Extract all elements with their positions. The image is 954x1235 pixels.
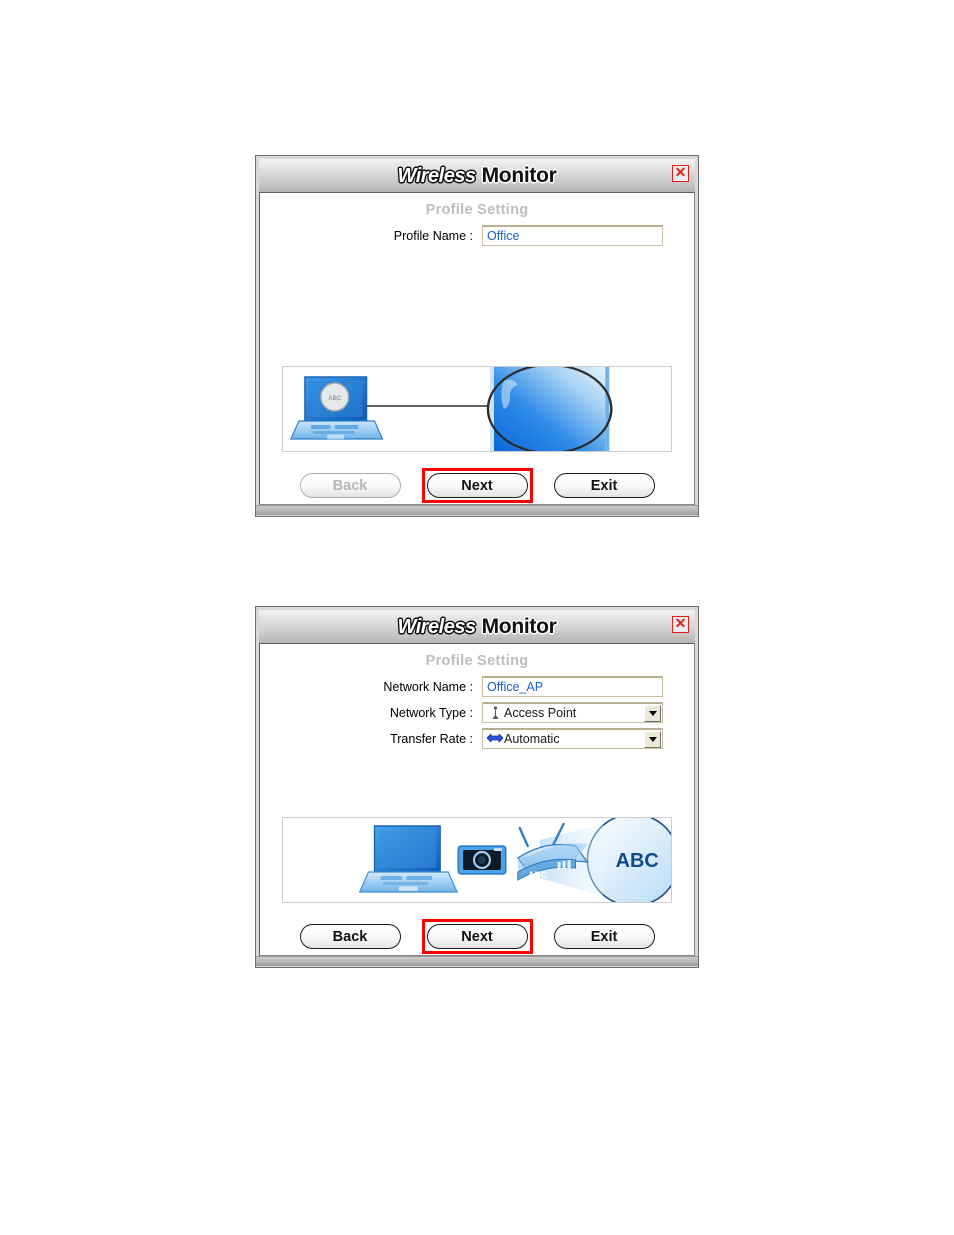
back-button-wrap: Back <box>299 473 401 498</box>
form-row-transfer-rate: Transfer Rate : Automatic <box>260 728 694 749</box>
laptop-icon <box>358 825 459 893</box>
transfer-rate-select[interactable]: Automatic <box>482 728 663 749</box>
wireless-monitor-dialog-profile-name: Wireless Monitor ✕ Profile Setting Profi… <box>255 155 699 517</box>
next-button[interactable]: Next <box>426 473 528 498</box>
transfer-rate-value: Automatic <box>504 732 560 746</box>
exit-button[interactable]: Exit <box>553 924 655 949</box>
back-button-wrap: Back <box>299 924 401 949</box>
camera-icon <box>457 845 507 875</box>
profile-name-input[interactable]: Office <box>482 225 663 246</box>
title-bar: Wireless Monitor ✕ <box>259 610 695 643</box>
profile-name-label: Profile Name : <box>393 228 473 243</box>
next-button[interactable]: Next <box>426 924 528 949</box>
back-button[interactable]: Back <box>299 924 401 949</box>
illustration-svg: ABC ABC <box>358 818 671 902</box>
chevron-down-icon[interactable] <box>644 731 661 748</box>
profile-form: Profile Name : Office <box>260 225 694 246</box>
button-bar: Back Next Exit <box>260 468 694 503</box>
dialog-body: Profile Setting Network Name : Office_AP… <box>259 643 695 956</box>
app-logo-monitor: Monitor <box>481 615 557 638</box>
next-button-wrap: Next <box>421 919 533 954</box>
exit-button[interactable]: Exit <box>553 473 655 498</box>
window-footer <box>256 505 698 515</box>
profile-name-value: Office <box>487 229 520 243</box>
window-footer <box>256 956 698 966</box>
antenna-tower-icon <box>486 706 504 720</box>
network-form: Network Name : Office_AP Network Type : <box>260 676 694 749</box>
network-illustration: ABC ABC <box>282 817 672 903</box>
double-arrow-icon <box>486 733 504 745</box>
network-type-label: Network Type : <box>389 705 473 720</box>
chevron-down-icon[interactable] <box>644 705 661 722</box>
illustration-svg: ABC <box>290 367 613 451</box>
network-name-label: Network Name : <box>383 679 473 694</box>
laptop-icon: ABC <box>290 376 384 440</box>
transfer-rate-label: Transfer Rate : <box>390 731 473 746</box>
network-type-value: Access Point <box>504 706 577 720</box>
app-logo: Wireless Monitor <box>398 165 557 186</box>
dialog-body: Profile Setting Profile Name : Office AB… <box>259 192 695 505</box>
title-bar: Wireless Monitor ✕ <box>259 159 695 192</box>
app-logo-monitor: Monitor <box>481 164 557 187</box>
laptop-badge-text: ABC <box>328 396 342 402</box>
page-title: Profile Setting <box>425 202 529 218</box>
network-illustration: ABC <box>282 366 672 452</box>
network-type-select[interactable]: Access Point <box>482 702 663 723</box>
network-name-input[interactable]: Office_AP <box>482 676 663 697</box>
ssid-label-text: ABC <box>616 850 659 872</box>
exit-button-wrap: Exit <box>553 924 655 949</box>
wireless-monitor-dialog-network-settings: Wireless Monitor ✕ Profile Setting Netwo… <box>255 606 699 968</box>
form-row-network-name: Network Name : Office_AP <box>260 676 694 697</box>
router-label-text: ABC <box>528 870 548 880</box>
app-logo-wireless: Wireless <box>397 165 477 187</box>
app-logo: Wireless Monitor <box>398 616 557 637</box>
next-button-wrap: Next <box>421 468 533 503</box>
form-row-network-type: Network Type : Access Point <box>260 702 694 723</box>
form-row-profile-name: Profile Name : Office <box>260 225 694 246</box>
close-icon[interactable]: ✕ <box>672 616 689 633</box>
exit-button-wrap: Exit <box>553 473 655 498</box>
back-button: Back <box>299 473 401 498</box>
page-title: Profile Setting <box>425 653 529 669</box>
button-bar: Back Next Exit <box>260 919 694 954</box>
app-logo-wireless: Wireless <box>397 616 477 638</box>
close-icon[interactable]: ✕ <box>672 165 689 182</box>
network-name-value: Office_AP <box>487 680 544 694</box>
